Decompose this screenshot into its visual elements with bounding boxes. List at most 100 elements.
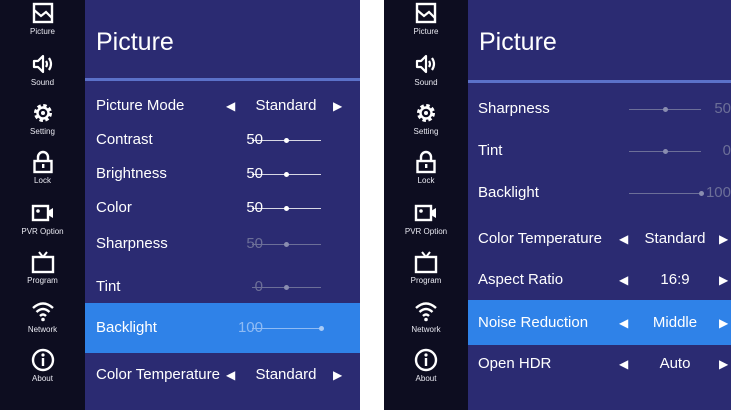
nav-item-setting[interactable]: Setting (384, 100, 468, 150)
nav-item-sound[interactable]: Sound (384, 51, 468, 101)
arrow-right-icon[interactable]: ▶ (333, 98, 342, 114)
slider-thumb[interactable] (284, 138, 289, 143)
slider-value: 0 (254, 277, 263, 295)
slider-thumb[interactable] (284, 285, 289, 290)
nav-item-about[interactable]: About (384, 347, 468, 397)
tv-icon (414, 250, 438, 274)
nav-item-sound[interactable]: Sound (0, 51, 85, 101)
setting-label: Brightness (96, 165, 167, 182)
arrow-left-icon[interactable]: ◀ (619, 315, 628, 331)
arrow-right-icon[interactable]: ▶ (719, 231, 728, 247)
setting-row-sharpness[interactable]: Sharpness 50 (468, 92, 731, 126)
nav-label: Lock (417, 176, 435, 185)
setting-label: Tint (478, 142, 503, 159)
pvr-icon (414, 201, 438, 225)
page-title: Picture (479, 28, 557, 56)
nav-item-lock[interactable]: Lock (384, 149, 468, 199)
setting-label: Backlight (96, 319, 157, 336)
picture-icon (31, 1, 55, 25)
nav-item-program[interactable]: Program (384, 249, 468, 299)
setting-label: Sharpness (478, 100, 550, 117)
arrow-right-icon[interactable]: ▶ (719, 272, 728, 288)
arrow-right-icon[interactable]: ▶ (719, 356, 728, 372)
nav-label: Sound (414, 78, 438, 87)
setting-row-contrast[interactable]: Contrast 50 (85, 125, 360, 155)
tv-icon (31, 250, 55, 274)
setting-row-sharpness[interactable]: Sharpness 50 (85, 227, 360, 260)
sound-icon (31, 52, 55, 76)
setting-row-aspect-ratio[interactable]: Aspect Ratio ◀ 16:9 ▶ (468, 262, 731, 298)
title-divider (85, 78, 360, 81)
setting-label: Open HDR (478, 355, 552, 372)
nav-item-about[interactable]: About (0, 347, 85, 397)
slider-value: 0 (722, 142, 731, 159)
wifi-icon (414, 299, 438, 323)
setting-row-open-hdr[interactable]: Open HDR ◀ Auto ▶ (468, 346, 731, 382)
option-value: Middle (652, 313, 698, 331)
nav-label: PVR Option (404, 227, 448, 236)
gear-icon (414, 101, 438, 125)
nav-label: Sound (30, 78, 55, 87)
info-icon (31, 348, 55, 372)
slider-value: 100 (705, 184, 731, 201)
arrow-right-icon[interactable]: ▶ (333, 367, 342, 383)
slider-thumb[interactable] (662, 149, 668, 154)
nav-label: Picture (413, 27, 439, 36)
wifi-icon (31, 299, 55, 323)
arrow-left-icon[interactable]: ◀ (619, 272, 628, 288)
setting-row-brightness[interactable]: Brightness 50 (85, 159, 360, 189)
nav-item-picture[interactable]: Picture (384, 0, 468, 50)
slider-value: 50 (714, 100, 731, 117)
setting-row-tint[interactable]: Tint 0 (468, 134, 731, 168)
setting-label: Noise Reduction (478, 313, 589, 331)
nav-item-pvr-option[interactable]: PVR Option (384, 200, 468, 250)
arrow-left-icon[interactable]: ◀ (226, 367, 235, 383)
setting-row-tint[interactable]: Tint 0 (85, 270, 360, 303)
arrow-left-icon[interactable]: ◀ (619, 231, 628, 247)
slider-thumb[interactable] (284, 172, 289, 177)
nav-item-picture[interactable]: Picture (0, 0, 85, 50)
slider-value: 50 (246, 131, 263, 148)
setting-row-picture-mode[interactable]: Picture Mode ◀ Standard ▶ (85, 91, 360, 121)
nav-item-program[interactable]: Program (0, 249, 85, 299)
setting-row-backlight[interactable]: Backlight 100 (85, 303, 360, 353)
slider-thumb[interactable] (284, 206, 289, 211)
setting-row-color-temperature[interactable]: Color Temperature ◀ Standard ▶ (468, 221, 731, 257)
page-title: Picture (96, 28, 174, 56)
slider-value: 50 (246, 165, 263, 182)
nav-label: PVR Option (21, 227, 64, 236)
setting-label: Picture Mode (96, 97, 185, 114)
setting-row-noise-reduction[interactable]: Noise Reduction ◀ Middle ▶ (468, 300, 731, 345)
setting-row-backlight[interactable]: Backlight 100 (468, 176, 731, 210)
nav-item-setting[interactable]: Setting (0, 100, 85, 150)
nav-item-network[interactable]: Network (0, 298, 85, 348)
option-value: Standard (255, 366, 317, 383)
arrow-right-icon[interactable]: ▶ (719, 315, 728, 331)
settings-content: Picture Picture Mode ◀ Standard ▶ Contrast 50 B… (85, 0, 360, 410)
lock-icon (414, 150, 438, 174)
picture-icon (414, 1, 438, 25)
slider-value: 50 (246, 234, 263, 252)
title-divider (468, 80, 731, 83)
info-icon (414, 348, 438, 372)
nav-item-pvr-option[interactable]: PVR Option (0, 200, 85, 250)
slider-thumb[interactable] (284, 242, 289, 247)
nav-item-network[interactable]: Network (384, 298, 468, 348)
setting-row-color-temperature[interactable]: Color Temperature ◀ Standard ▶ (85, 358, 360, 392)
nav-item-lock[interactable]: Lock (0, 149, 85, 199)
lock-icon (31, 150, 55, 174)
nav-label: About (415, 374, 437, 383)
slider-value: 50 (246, 199, 263, 216)
nav-label: Program (27, 276, 58, 285)
nav-label: Network (27, 325, 58, 334)
nav-label: Program (410, 276, 442, 285)
nav-label: Network (411, 325, 441, 334)
option-value: Standard (255, 97, 317, 114)
slider-thumb[interactable] (318, 326, 324, 331)
sidebar-nav: Picture Sound Setting Lock PVR Option Program… (384, 0, 468, 410)
arrow-left-icon[interactable]: ◀ (226, 98, 235, 114)
setting-label: Backlight (478, 184, 539, 201)
slider-thumb[interactable] (662, 107, 668, 112)
setting-row-color[interactable]: Color 50 (85, 193, 360, 223)
arrow-left-icon[interactable]: ◀ (619, 356, 628, 372)
